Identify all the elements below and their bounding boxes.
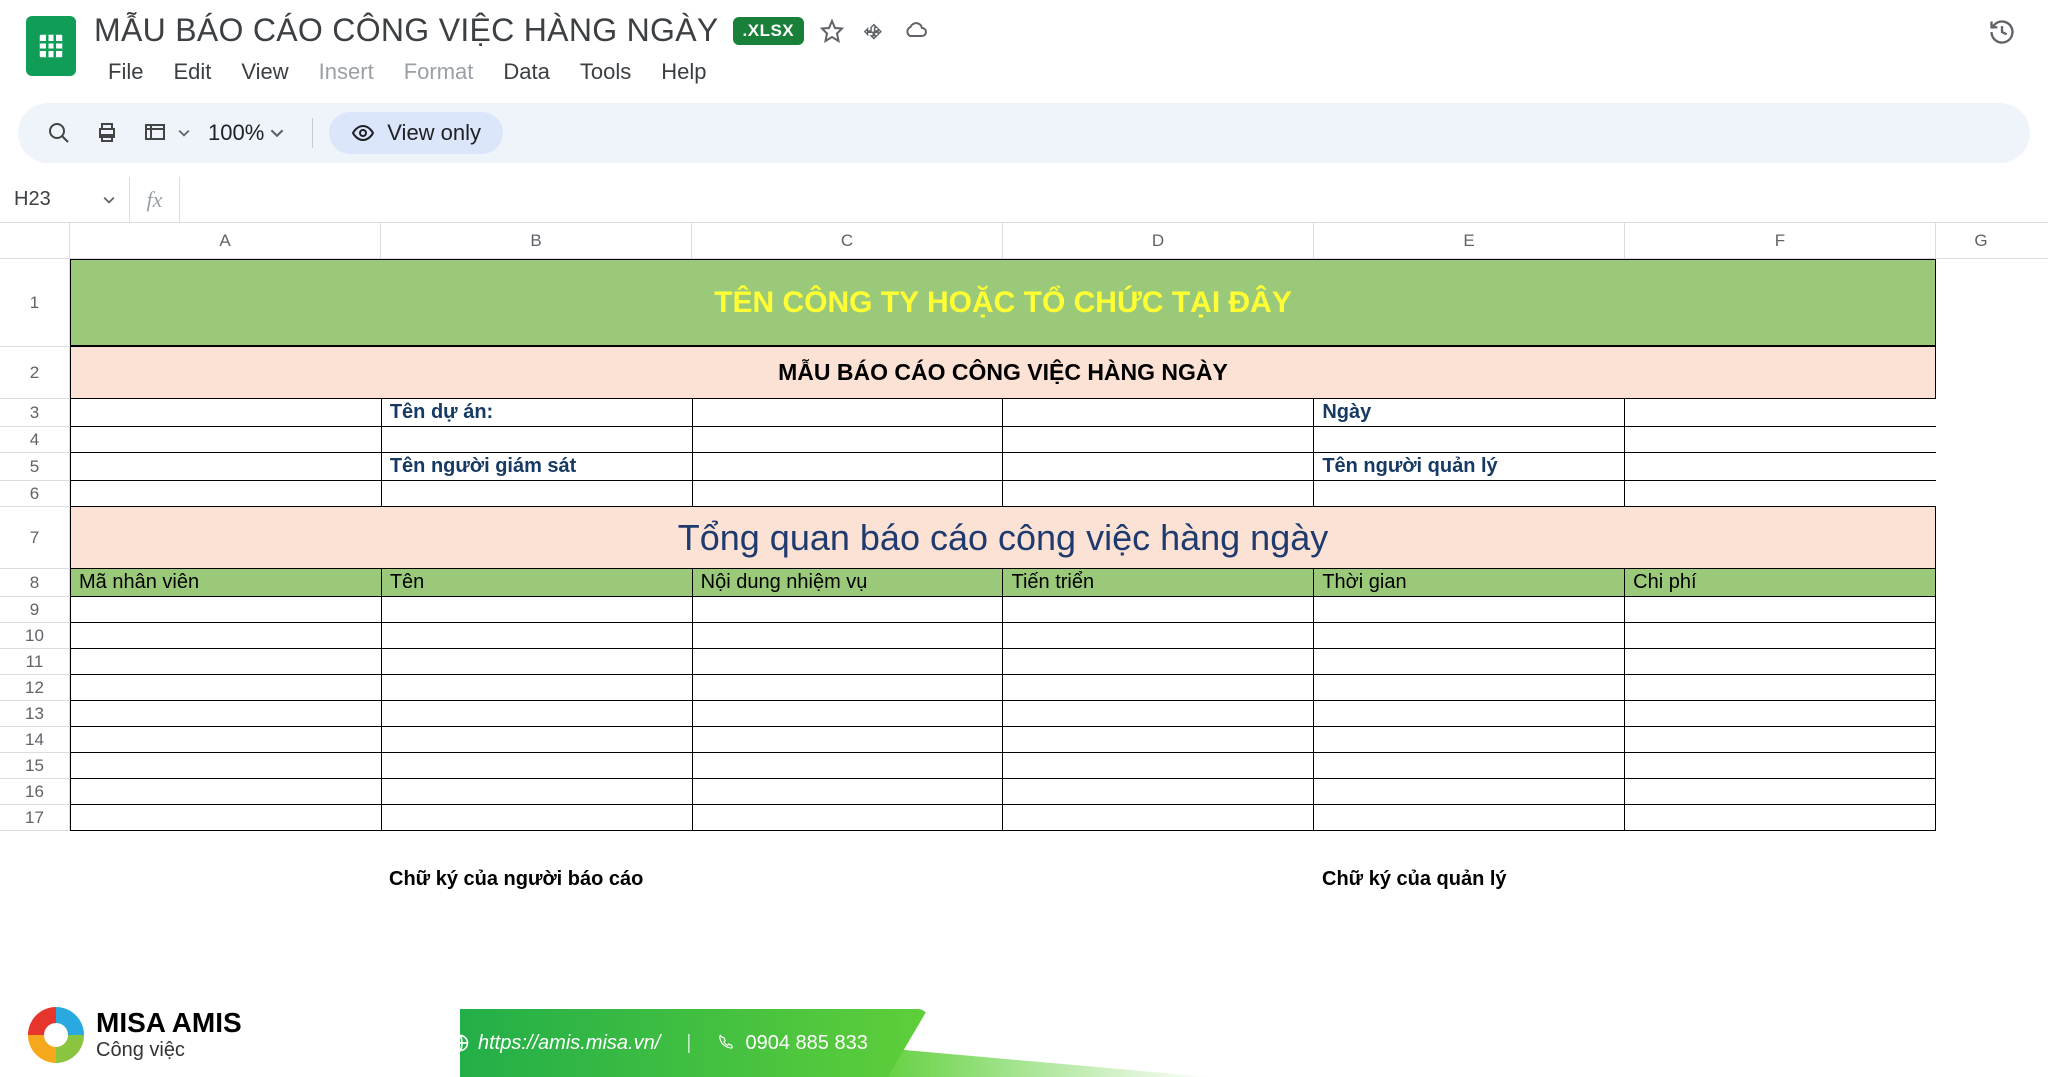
menu-data[interactable]: Data <box>489 55 563 89</box>
col-task: Nội dung nhiệm vụ <box>693 569 1004 596</box>
promo-footer: https://amis.misa.vn/ | 0904 885 833 MIS… <box>0 993 2048 1077</box>
name-box-value: H23 <box>14 188 51 211</box>
col-header[interactable]: A <box>70 223 381 258</box>
viewonly-pill[interactable]: View only <box>329 112 503 154</box>
search-icon[interactable] <box>38 112 80 154</box>
project-label: Tên dự án: <box>382 399 693 426</box>
col-header[interactable]: C <box>692 223 1003 258</box>
row-header[interactable]: 10 <box>0 623 70 649</box>
xlsx-badge: .XLSX <box>733 17 805 45</box>
sig-manager-label: Chữ ký của quản lý <box>1314 861 1625 897</box>
row-header[interactable]: 8 <box>0 569 70 597</box>
doc-title[interactable]: MẪU BÁO CÁO CÔNG VIỆC HÀNG NGÀY <box>94 12 719 49</box>
misa-logo[interactable]: MISA AMIS Công việc <box>28 1007 242 1063</box>
col-header[interactable]: G <box>1936 223 2026 258</box>
row-header[interactable]: 14 <box>0 727 70 753</box>
filter-views-icon[interactable] <box>134 112 176 154</box>
row-header[interactable]: 7 <box>0 507 70 569</box>
row-header[interactable]: 5 <box>0 453 70 481</box>
row-header[interactable]: 15 <box>0 753 70 779</box>
col-header[interactable]: B <box>381 223 692 258</box>
table-row[interactable] <box>70 753 1936 779</box>
col-header[interactable]: D <box>1003 223 1314 258</box>
table-row[interactable] <box>70 701 1936 727</box>
table-row[interactable] <box>70 805 1936 831</box>
col-emp-id: Mã nhân viên <box>71 569 382 596</box>
row-header[interactable]: 12 <box>0 675 70 701</box>
col-header[interactable]: E <box>1314 223 1625 258</box>
menu-insert: Insert <box>305 55 388 89</box>
report-subtitle: MẪU BÁO CÁO CÔNG VIỆC HÀNG NGÀY <box>70 347 1936 399</box>
supervisor-label: Tên người giám sát <box>382 453 693 480</box>
promo-phone: 0904 885 833 <box>745 1032 867 1054</box>
cloud-icon[interactable] <box>902 17 930 45</box>
row-header[interactable]: 4 <box>0 427 70 453</box>
sheets-logo[interactable] <box>26 16 76 76</box>
menu-help[interactable]: Help <box>647 55 720 89</box>
toolbar-divider <box>312 118 313 148</box>
row-header[interactable]: 6 <box>0 481 70 507</box>
row-header[interactable]: 2 <box>0 347 70 399</box>
row-headers: 1 2 3 4 5 6 7 8 9 10 11 12 13 14 15 16 1… <box>0 259 70 897</box>
menu-file[interactable]: File <box>94 55 157 89</box>
menu-tools[interactable]: Tools <box>566 55 645 89</box>
column-headers: A B C D E F G <box>0 223 2048 259</box>
table-row[interactable] <box>70 779 1936 805</box>
zoom-select[interactable]: 100% <box>196 120 296 146</box>
date-label: Ngày <box>1314 399 1625 426</box>
history-icon[interactable] <box>1982 12 2022 52</box>
misa-swirl-icon <box>28 1007 84 1063</box>
zoom-value: 100% <box>208 120 264 146</box>
row-header[interactable]: 17 <box>0 805 70 831</box>
eye-icon <box>351 121 375 145</box>
chevron-down-icon <box>103 194 115 206</box>
col-name: Tên <box>382 569 693 596</box>
col-progress: Tiến triển <box>1003 569 1314 596</box>
table-row[interactable] <box>70 597 1936 623</box>
fx-icon: fx <box>130 177 180 222</box>
table-row[interactable] <box>70 649 1936 675</box>
move-icon[interactable] <box>860 17 888 45</box>
promo-url: https://amis.misa.vn/ <box>478 1032 660 1054</box>
brand-sub: Công việc <box>96 1039 242 1062</box>
row-header[interactable]: 13 <box>0 701 70 727</box>
chevron-down-icon <box>270 126 284 140</box>
overview-title: Tổng quan báo cáo công việc hàng ngày <box>70 507 1936 569</box>
viewonly-label: View only <box>387 120 481 146</box>
col-header[interactable]: F <box>1625 223 1936 258</box>
brand-name: MISA AMIS <box>96 1009 242 1037</box>
phone-icon <box>717 1033 737 1053</box>
star-icon[interactable] <box>818 17 846 45</box>
select-all-corner[interactable] <box>0 223 70 258</box>
formula-bar-row: H23 fx <box>0 177 2048 223</box>
name-box[interactable]: H23 <box>0 177 130 222</box>
table-row[interactable] <box>70 623 1936 649</box>
table-row[interactable] <box>70 727 1936 753</box>
row-header[interactable]: 11 <box>0 649 70 675</box>
print-icon[interactable] <box>86 112 128 154</box>
row-header[interactable]: 3 <box>0 399 70 427</box>
chevron-down-icon[interactable] <box>178 127 190 139</box>
menubar: File Edit View Insert Format Data Tools … <box>94 55 930 89</box>
blank-gap <box>70 831 1936 861</box>
menu-view[interactable]: View <box>227 55 302 89</box>
row-header[interactable]: 9 <box>0 597 70 623</box>
manager-label: Tên người quản lý <box>1314 453 1625 480</box>
col-cost: Chi phí <box>1625 569 1936 596</box>
row-header[interactable]: 16 <box>0 779 70 805</box>
cell-grid[interactable]: TÊN CÔNG TY HOẶC TỔ CHỨC TẠI ĐÂY MẪU BÁO… <box>70 259 2048 897</box>
row-header[interactable]: 1 <box>0 259 70 347</box>
company-banner: TÊN CÔNG TY HOẶC TỔ CHỨC TẠI ĐÂY <box>70 259 1936 347</box>
table-row[interactable] <box>70 675 1936 701</box>
toolbar: 100% View only <box>18 103 2030 163</box>
sig-reporter-label: Chữ ký của người báo cáo <box>381 861 692 897</box>
menu-edit[interactable]: Edit <box>159 55 225 89</box>
col-time: Thời gian <box>1314 569 1625 596</box>
menu-format: Format <box>390 55 488 89</box>
